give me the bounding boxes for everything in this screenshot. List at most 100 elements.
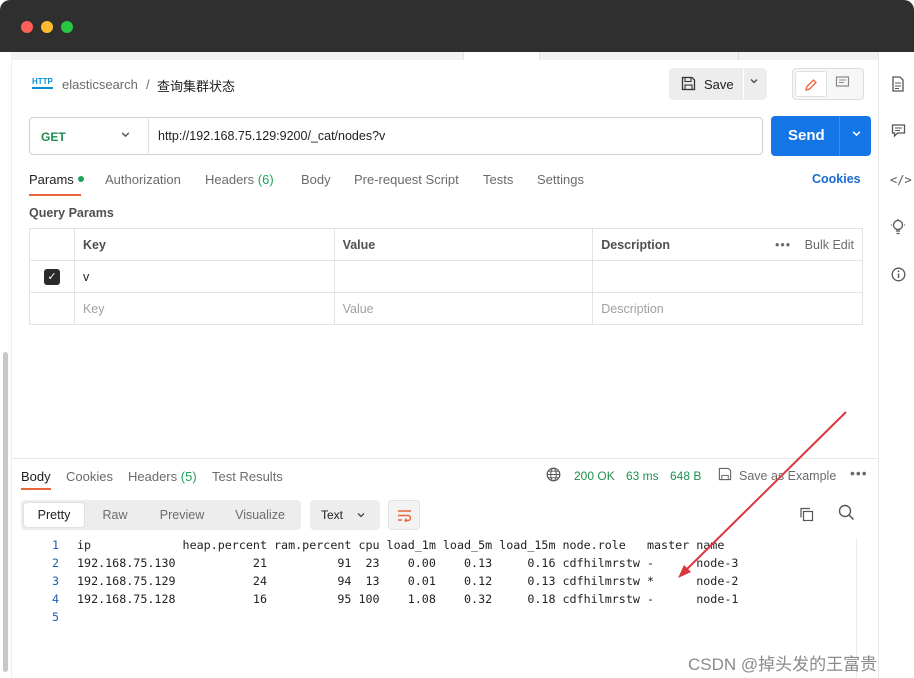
response-tab-test-results[interactable]: Test Results xyxy=(212,469,283,484)
save-example-icon xyxy=(718,467,732,484)
value-column-header: Value xyxy=(333,228,594,261)
param-value-cell[interactable] xyxy=(333,260,594,293)
globe-icon[interactable] xyxy=(546,467,561,485)
params-active-dot xyxy=(77,176,84,182)
bulk-edit-button[interactable]: Bulk Edit xyxy=(805,238,854,252)
param-checkbox-cell xyxy=(29,292,75,325)
param-key-cell[interactable]: v xyxy=(73,260,335,293)
table-row: Key Value Description xyxy=(29,292,863,325)
comment-icon[interactable] xyxy=(835,75,850,93)
left-scrollbar[interactable] xyxy=(3,352,8,672)
http-request-icon: HTTP xyxy=(32,77,53,89)
response-tab-cookies[interactable]: Cookies xyxy=(66,469,113,484)
active-request-tab[interactable] xyxy=(463,52,540,60)
more-options-icon[interactable]: ••• xyxy=(775,238,791,252)
param-checkbox-cell: ✓ xyxy=(29,260,75,293)
tab-settings[interactable]: Settings xyxy=(537,172,584,187)
breadcrumb-request-name[interactable]: 查询集群状态 xyxy=(157,76,235,95)
send-button-divider xyxy=(839,116,840,156)
chevron-down-icon[interactable] xyxy=(749,76,759,89)
code-line: 3 192.168.75.129 24 94 13 0.01 0.12 0.13 … xyxy=(21,572,738,590)
response-tab-body[interactable]: Body xyxy=(21,469,51,484)
lightbulb-icon[interactable] xyxy=(890,219,906,235)
tab-headers[interactable]: Headers (6) xyxy=(205,172,274,187)
info-icon[interactable] xyxy=(890,267,906,283)
format-pretty-button[interactable]: Pretty xyxy=(23,502,85,528)
new-param-key-input[interactable]: Key xyxy=(73,292,335,325)
save-disk-icon xyxy=(681,76,696,94)
tab-authorization[interactable]: Authorization xyxy=(105,172,181,187)
language-select[interactable]: Text xyxy=(310,500,380,530)
tab-tests[interactable]: Tests xyxy=(483,172,513,187)
line-number: 2 xyxy=(51,556,59,570)
url-input[interactable]: http://192.168.75.129:9200/_cat/nodes?v xyxy=(158,129,385,143)
copy-icon[interactable] xyxy=(799,507,814,525)
request-tab-strip xyxy=(0,52,878,60)
new-param-value-input[interactable]: Value xyxy=(333,292,594,325)
chevron-down-icon xyxy=(356,509,366,523)
query-params-title: Query Params xyxy=(29,206,114,220)
save-button[interactable]: Save xyxy=(669,68,767,100)
response-status[interactable]: 200 OK xyxy=(574,469,615,483)
code-line: 1 ip heap.percent ram.percent cpu load_1m… xyxy=(21,536,724,554)
param-enabled-checkbox[interactable]: ✓ xyxy=(43,268,60,285)
window-titlebar xyxy=(0,0,914,52)
response-time[interactable]: 63 ms xyxy=(626,469,659,483)
send-button[interactable]: Send xyxy=(771,116,871,156)
tab-headers-label: Headers xyxy=(205,172,255,187)
request-editor: HTTP elasticsearch / 查询集群状态 Save GET htt… xyxy=(12,60,878,678)
new-param-description-input[interactable]: Description xyxy=(592,292,863,325)
response-divider[interactable] xyxy=(12,458,878,459)
left-panel-edge xyxy=(0,52,12,678)
response-size[interactable]: 648 B xyxy=(670,469,701,483)
param-description-cell[interactable] xyxy=(592,260,863,293)
tab-params-label: Params xyxy=(29,172,74,187)
search-icon[interactable] xyxy=(838,504,855,525)
maximize-window-button[interactable] xyxy=(61,21,73,33)
documentation-icon[interactable] xyxy=(890,76,906,92)
url-bar: GET http://192.168.75.129:9200/_cat/node… xyxy=(29,117,763,155)
pencil-icon[interactable] xyxy=(795,71,827,97)
chevron-down-icon[interactable] xyxy=(120,129,131,143)
response-format-group: Pretty Raw Preview Visualize xyxy=(21,500,301,530)
breadcrumb-separator: / xyxy=(146,77,150,92)
save-button-label: Save xyxy=(704,77,734,92)
table-row: ✓ v xyxy=(29,260,863,293)
cookies-link[interactable]: Cookies xyxy=(812,172,861,186)
bulk-edit-cell: ••• Bulk Edit xyxy=(758,228,863,261)
minimize-window-button[interactable] xyxy=(41,21,53,33)
comments-icon[interactable] xyxy=(890,123,906,139)
code-line-text: 192.168.75.129 24 94 13 0.01 0.12 0.13 c… xyxy=(77,574,739,588)
breadcrumb-collection[interactable]: elasticsearch xyxy=(62,77,138,92)
right-sidebar: </> xyxy=(878,52,914,678)
headers-count: (6) xyxy=(257,172,274,187)
description-column-header: Description xyxy=(592,228,759,261)
code-line: 2 192.168.75.130 21 91 23 0.00 0.13 0.16 … xyxy=(21,554,738,572)
tab-body[interactable]: Body xyxy=(301,172,331,187)
params-header-row: Key Value Description ••• Bulk Edit xyxy=(29,228,863,261)
response-more-icon[interactable]: ••• xyxy=(850,465,868,481)
format-preview-button[interactable]: Preview xyxy=(151,500,213,530)
line-number: 1 xyxy=(51,538,59,552)
chevron-down-icon[interactable] xyxy=(851,128,862,142)
send-button-label: Send xyxy=(788,127,825,144)
tab-pre-request-script[interactable]: Pre-request Script xyxy=(354,172,459,187)
save-as-example-button[interactable]: Save as Example xyxy=(739,469,836,483)
save-button-divider xyxy=(743,68,744,100)
wrap-lines-button[interactable] xyxy=(388,500,420,530)
query-params-table: Key Value Description ••• Bulk Edit ✓ v … xyxy=(29,228,863,325)
key-column-header: Key xyxy=(73,228,335,261)
method-select[interactable]: GET xyxy=(41,130,66,144)
line-number: 3 xyxy=(51,574,59,588)
code-line-text: 192.168.75.130 21 91 23 0.00 0.13 0.16 c… xyxy=(77,556,739,570)
response-tab-headers[interactable]: Headers (5) xyxy=(128,469,197,484)
code-line-text: ip heap.percent ram.percent cpu load_1m … xyxy=(77,538,725,552)
tab-params[interactable]: Params xyxy=(29,172,84,187)
url-divider xyxy=(148,118,149,154)
format-visualize-button[interactable]: Visualize xyxy=(229,500,291,530)
format-raw-button[interactable]: Raw xyxy=(91,500,139,530)
response-active-tab-indicator xyxy=(21,488,51,490)
code-line: 4 192.168.75.128 16 95 100 1.08 0.32 0.18… xyxy=(21,590,738,608)
close-window-button[interactable] xyxy=(21,21,33,33)
code-snippet-icon[interactable]: </> xyxy=(890,172,912,188)
